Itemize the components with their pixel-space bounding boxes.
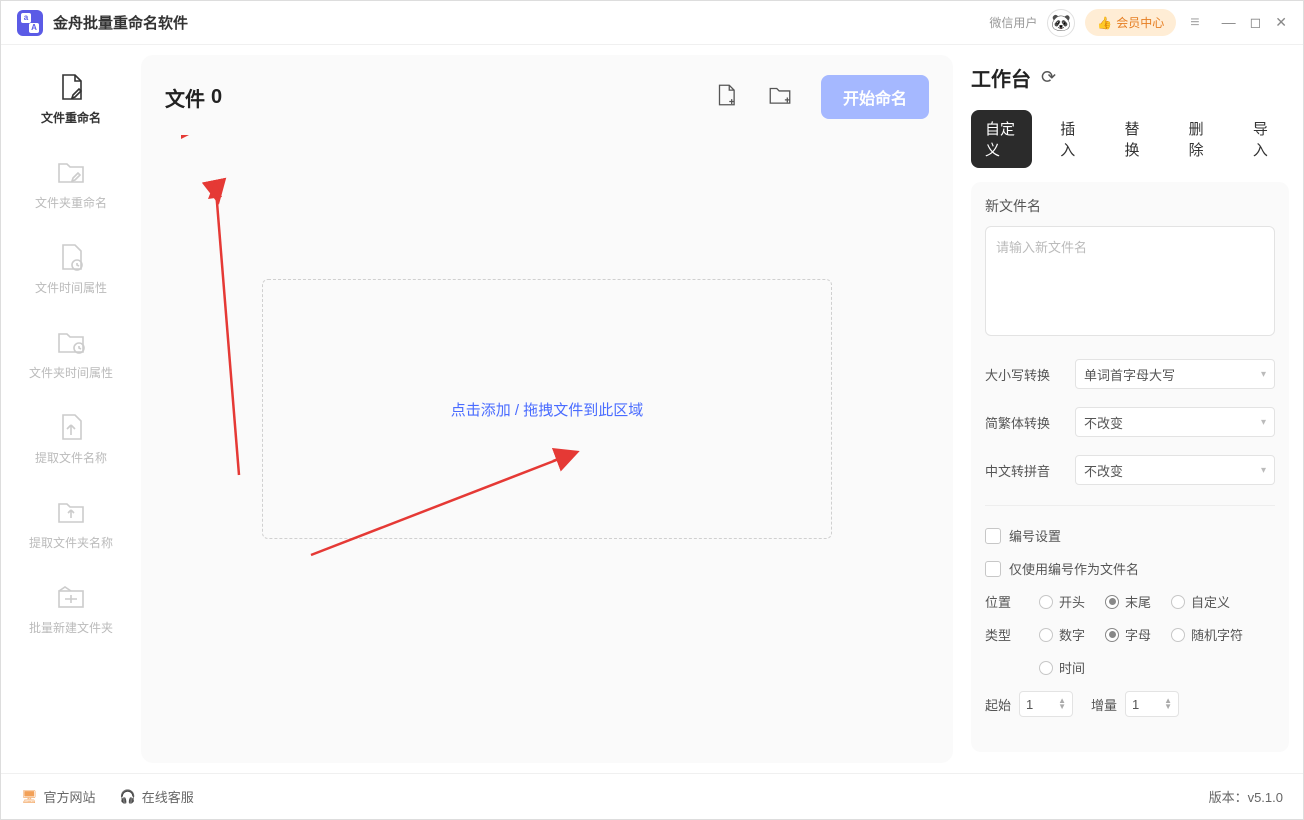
vip-label: 会员中心 [1116, 14, 1164, 31]
pos-radio-begin[interactable]: 开头 [1039, 592, 1085, 611]
type-label: 类型 [985, 625, 1019, 644]
panel-tabs: 自定义 插入 替换 删除 导入 [971, 110, 1289, 168]
dropzone-text: 点击添加 / 拖拽文件到此区域 [451, 399, 644, 420]
tab-import[interactable]: 导入 [1239, 110, 1289, 168]
chevron-down-icon: ▾ [1261, 465, 1266, 476]
add-file-button[interactable] [713, 82, 739, 113]
sidebar-label: 提取文件名称 [35, 449, 107, 466]
folder-rename-icon [55, 156, 87, 188]
sidebar-label: 文件夹时间属性 [29, 364, 113, 381]
tab-custom[interactable]: 自定义 [971, 110, 1032, 168]
new-filename-input[interactable] [985, 226, 1275, 336]
simp-trad-select[interactable]: 不改变 ▾ [1075, 407, 1275, 437]
pinyin-label: 中文转拼音 [985, 461, 1065, 480]
add-folder-button[interactable] [767, 82, 793, 113]
vip-center-button[interactable]: 👍 会员中心 [1085, 9, 1176, 36]
file-time-icon [55, 241, 87, 273]
number-setting-row[interactable]: 编号设置 [985, 526, 1275, 545]
tab-replace[interactable]: 替换 [1110, 110, 1160, 168]
sidebar-item-file-time[interactable]: 文件时间属性 [16, 235, 126, 302]
type-radio-number[interactable]: 数字 [1039, 625, 1085, 644]
only-number-row[interactable]: 仅使用编号作为文件名 [985, 559, 1275, 578]
only-number-label: 仅使用编号作为文件名 [1009, 559, 1139, 578]
thumbs-up-icon: 👍 [1097, 16, 1112, 30]
start-num-label: 起始 [985, 695, 1011, 714]
batch-folder-icon [55, 581, 87, 613]
tab-delete[interactable]: 删除 [1175, 110, 1225, 168]
file-list-title: 文件 [165, 83, 205, 112]
sidebar-label: 文件夹重命名 [35, 194, 107, 211]
pinyin-value: 不改变 [1084, 461, 1123, 480]
minimize-button[interactable]: — [1222, 14, 1236, 31]
sidebar-label: 批量新建文件夹 [29, 619, 113, 636]
content-area: 文件 0 开始命名 点击添加 / 拖拽文件到此区域 [141, 55, 953, 763]
extract-folder-icon [55, 496, 87, 528]
monitor-icon: 🖥 [21, 789, 38, 805]
refresh-icon[interactable]: ⟳ [1041, 67, 1056, 88]
file-dropzone[interactable]: 点击添加 / 拖拽文件到此区域 [262, 279, 832, 539]
pos-radio-custom[interactable]: 自定义 [1171, 592, 1230, 611]
case-convert-label: 大小写转换 [985, 365, 1065, 384]
simp-trad-label: 简繁体转换 [985, 413, 1065, 432]
headset-icon: 🎧 [120, 789, 136, 805]
workbench-panel: 工作台 ⟳ 自定义 插入 替换 删除 导入 新文件名 大小写转换 单词首字母大写… [953, 45, 1303, 773]
hamburger-menu-icon[interactable]: ≡ [1186, 14, 1203, 32]
file-plus-icon [713, 82, 739, 108]
pos-radio-end[interactable]: 末尾 [1105, 592, 1151, 611]
simp-value: 不改变 [1084, 413, 1123, 432]
case-value: 单词首字母大写 [1084, 365, 1175, 384]
folder-time-icon [55, 326, 87, 358]
new-filename-label: 新文件名 [985, 196, 1275, 216]
sidebar: 文件重命名 文件夹重命名 文件时间属性 文件夹时间属性 提取文件名称 提取文件夹… [1, 45, 141, 773]
tab-insert[interactable]: 插入 [1046, 110, 1096, 168]
app-title: 金舟批量重命名软件 [53, 12, 188, 33]
type-radio-letter[interactable]: 字母 [1105, 625, 1151, 644]
step-num-label: 增量 [1091, 695, 1117, 714]
sidebar-label: 文件重命名 [41, 109, 101, 126]
sidebar-item-extract-filename[interactable]: 提取文件名称 [16, 405, 126, 472]
start-rename-button[interactable]: 开始命名 [821, 75, 929, 119]
sidebar-item-batch-create-folder[interactable]: 批量新建文件夹 [16, 575, 126, 642]
type-radio-random[interactable]: 随机字符 [1171, 625, 1243, 644]
official-site-link[interactable]: 🖥 官方网站 [21, 787, 96, 806]
number-setting-label: 编号设置 [1009, 526, 1061, 545]
start-num-spinner[interactable]: 1▲▼ [1019, 691, 1073, 717]
file-count: 0 [211, 86, 222, 109]
close-button[interactable]: ✕ [1275, 14, 1287, 31]
maximize-button[interactable]: ◻ [1250, 14, 1262, 31]
pinyin-select[interactable]: 不改变 ▾ [1075, 455, 1275, 485]
app-icon [17, 10, 43, 36]
file-rename-icon [55, 71, 87, 103]
sidebar-item-folder-time[interactable]: 文件夹时间属性 [16, 320, 126, 387]
case-convert-select[interactable]: 单词首字母大写 ▾ [1075, 359, 1275, 389]
version-label: 版本：v5.1.0 [1209, 787, 1283, 806]
titlebar: 金舟批量重命名软件 微信用户 🐼 👍 会员中心 ≡ — ◻ ✕ [1, 1, 1303, 45]
online-service-link[interactable]: 🎧 在线客服 [120, 787, 194, 806]
sidebar-item-file-rename[interactable]: 文件重命名 [16, 65, 126, 132]
sidebar-item-extract-foldername[interactable]: 提取文件夹名称 [16, 490, 126, 557]
chevron-down-icon: ▾ [1261, 417, 1266, 428]
position-label: 位置 [985, 592, 1019, 611]
user-avatar[interactable]: 🐼 [1047, 9, 1075, 37]
folder-plus-icon [767, 82, 793, 108]
sidebar-label: 文件时间属性 [35, 279, 107, 296]
sidebar-label: 提取文件夹名称 [29, 534, 113, 551]
number-setting-checkbox[interactable] [985, 528, 1001, 544]
step-num-spinner[interactable]: 1▲▼ [1125, 691, 1179, 717]
wechat-user-label: 微信用户 [989, 14, 1037, 31]
chevron-down-icon: ▾ [1261, 369, 1266, 380]
panel-title: 工作台 [971, 63, 1031, 92]
sidebar-item-folder-rename[interactable]: 文件夹重命名 [16, 150, 126, 217]
extract-file-icon [55, 411, 87, 443]
only-number-checkbox[interactable] [985, 561, 1001, 577]
footer: 🖥 官方网站 🎧 在线客服 版本：v5.1.0 [1, 773, 1303, 819]
type-radio-time[interactable]: 时间 [1039, 658, 1085, 677]
